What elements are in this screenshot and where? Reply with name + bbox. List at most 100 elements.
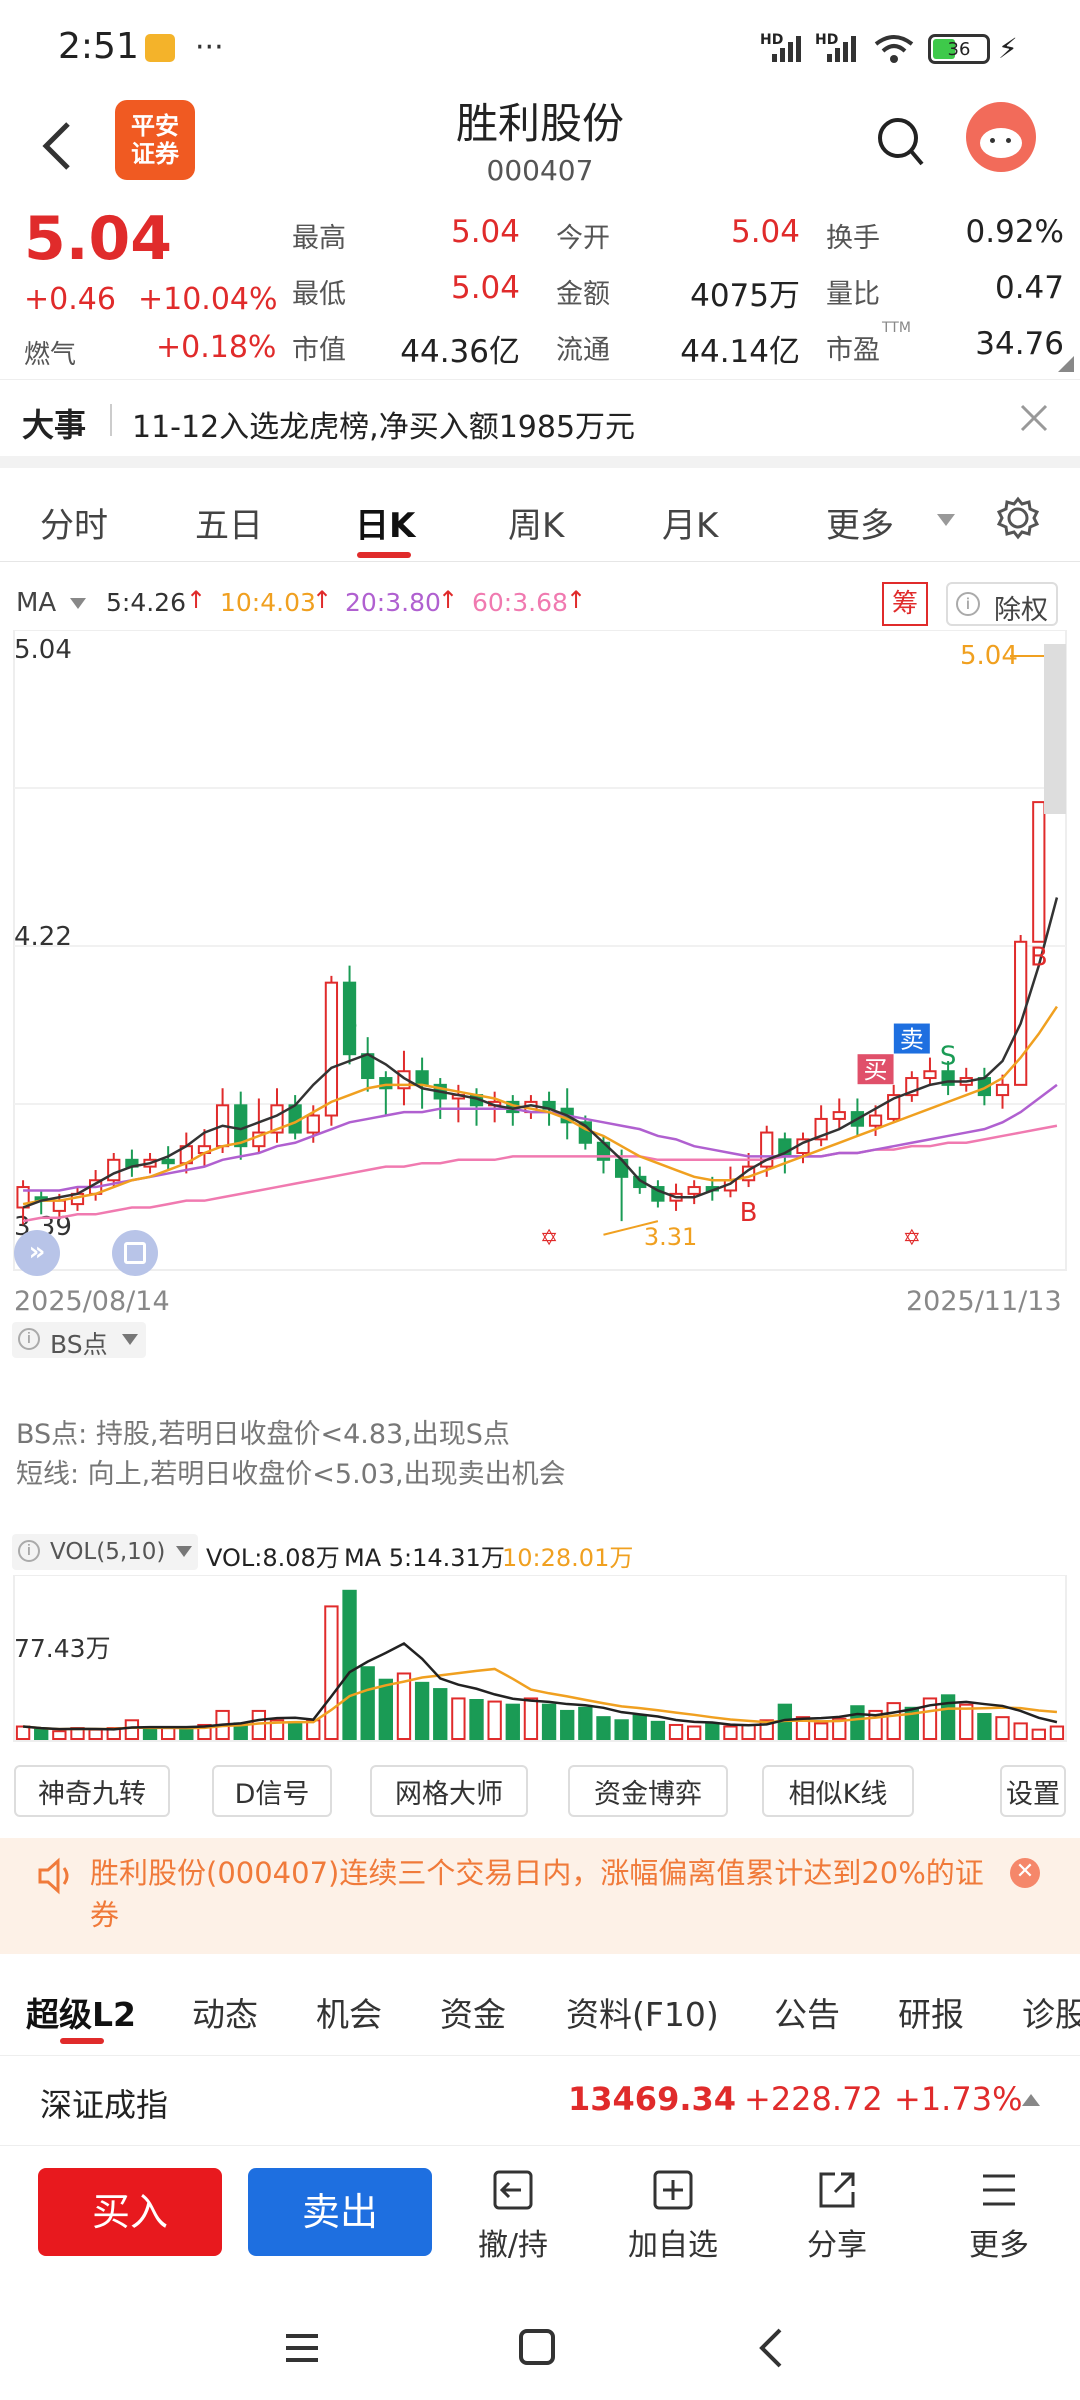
- home-icon[interactable]: [516, 2326, 558, 2368]
- event-star-icon: ✡: [540, 1226, 558, 1251]
- quote-panel: 5.04 +0.46 +10.04% 燃气 +0.18% 最高 5.04 今开 5.0…: [0, 200, 1080, 380]
- share-button[interactable]: 分享: [782, 2168, 892, 2264]
- index-ticker[interactable]: 深证成指 13469.34 +228.72 +1.73%: [0, 2060, 1080, 2145]
- tab-research[interactable]: 研报: [898, 1988, 964, 2036]
- quote-label: 量比: [826, 279, 880, 310]
- volume-chart[interactable]: 77.43万: [0, 1575, 1080, 1745]
- tab-weekly-k[interactable]: 周K: [508, 498, 564, 547]
- quote-value: 5.04: [450, 214, 520, 250]
- dropdown-icon: [937, 514, 955, 526]
- notice-banner[interactable]: 胜利股份(000407)连续三个交易日内，涨幅偏离值累计达到20%的证券 ✕: [0, 1838, 1080, 1954]
- tool-chip-1[interactable]: D信号: [212, 1765, 332, 1817]
- system-back-icon[interactable]: [756, 2326, 786, 2370]
- s-marker: S: [940, 1041, 957, 1071]
- candle-body: [107, 1158, 121, 1182]
- signal-icon-1: [772, 36, 801, 62]
- vol-bar: [523, 1697, 539, 1741]
- bs-label: BS点: [50, 1330, 108, 1359]
- close-icon[interactable]: [1018, 402, 1050, 434]
- buy-button[interactable]: 买入: [38, 2168, 222, 2256]
- s-marker: S: [341, 1007, 358, 1037]
- battery-level: 36: [947, 38, 971, 60]
- vol-bar: [179, 1728, 194, 1740]
- vol-bar: [324, 1605, 339, 1741]
- notice-close-icon[interactable]: ✕: [1010, 1858, 1040, 1888]
- vol-bar: [505, 1703, 520, 1740]
- k-line-chart[interactable]: 5.044.223.395.043.31SSBB买卖✡ ✡: [0, 630, 1080, 1310]
- vol-bar: [1031, 1728, 1046, 1740]
- b-marker: B: [1030, 943, 1048, 973]
- index-value: 13469.34: [568, 2080, 737, 2118]
- candle-body: [161, 1158, 175, 1165]
- add-watchlist-button[interactable]: 加自选: [618, 2168, 728, 2264]
- price-change: +0.46: [24, 282, 116, 317]
- vol-bar: [705, 1722, 720, 1740]
- index-change: +228.72: [744, 2080, 883, 2118]
- tab-news[interactable]: 动态: [192, 1988, 258, 2036]
- index-pct: +1.73%: [894, 2080, 1023, 2118]
- nav-bar: 平安 证券 胜利股份 000407: [0, 90, 1080, 200]
- vol-dropdown-icon: [176, 1546, 192, 1557]
- sell-button[interactable]: 卖出: [248, 2168, 432, 2256]
- event-banner[interactable]: 大事 11-12入选龙虎榜,净买入额1985万元: [0, 382, 1080, 468]
- tab-super-l2[interactable]: 超级L2: [26, 1988, 136, 2036]
- tool-chip-2[interactable]: 网格大师: [370, 1765, 528, 1817]
- bs-dropdown-icon: [122, 1334, 138, 1345]
- fullscreen-icon[interactable]: [112, 1230, 158, 1276]
- tab-opportunity[interactable]: 机会: [316, 1988, 382, 2036]
- vol-bar: [451, 1697, 466, 1741]
- tab-monthly-k[interactable]: 月K: [662, 498, 718, 547]
- tool-chip-3[interactable]: 资金博弈: [568, 1765, 728, 1817]
- chart-date-start: 2025/08/14: [14, 1286, 170, 1317]
- ma5-arrow-icon: ↑: [186, 586, 207, 614]
- chart-expand-icon[interactable]: »: [14, 1230, 60, 1276]
- b-marker: B: [740, 1198, 758, 1228]
- tool-chip-0[interactable]: 神奇九转: [14, 1765, 170, 1817]
- quote-value: 5.04: [730, 214, 800, 250]
- tab-five-day[interactable]: 五日: [195, 498, 263, 547]
- tab-diagnosis[interactable]: 诊股: [1022, 1988, 1080, 2036]
- chip-distribution-button[interactable]: 筹: [882, 582, 928, 626]
- tab-daily-k[interactable]: 日K: [355, 498, 415, 547]
- settings-gear-icon[interactable]: [996, 496, 1040, 540]
- withdraw-button[interactable]: 撤/持: [458, 2168, 568, 2264]
- recent-apps-icon[interactable]: [282, 2328, 322, 2368]
- quote-label: 流通: [556, 335, 610, 366]
- bs-line-1: BS点: 持股,若明日收盘价<4.83,出现S点: [16, 1419, 510, 1450]
- vol-bar: [414, 1681, 430, 1740]
- sector-change[interactable]: +0.18%: [156, 330, 276, 365]
- quote-value: 0.92%: [965, 214, 1064, 250]
- ma-dropdown-icon[interactable]: [70, 598, 86, 609]
- bs-panel: i BS点 BS点: 持股,若明日收盘价<4.83,出现S点 短线: 向上,若明…: [0, 1322, 1080, 1528]
- expand-up-icon[interactable]: [1022, 2094, 1040, 2106]
- tab-intraday[interactable]: 分时: [40, 498, 108, 547]
- tab-announcement[interactable]: 公告: [774, 1988, 840, 2036]
- quote-value: 44.36亿: [400, 334, 520, 370]
- wifi-icon: [874, 35, 914, 63]
- tab-f10[interactable]: 资料(F10): [566, 1988, 719, 2036]
- more-button[interactable]: 更多: [944, 2168, 1054, 2264]
- avatar[interactable]: [966, 102, 1036, 172]
- tool-chip-5[interactable]: 设置: [1000, 1765, 1066, 1817]
- tab-more[interactable]: 更多: [826, 498, 894, 547]
- action-bar: 买入 卖出 撤/持 加自选 分享 更多: [0, 2145, 1080, 2275]
- vol-bar: [813, 1722, 829, 1740]
- vol-current: VOL:8.08万: [206, 1544, 340, 1572]
- vol-selector[interactable]: i VOL(5,10): [12, 1534, 198, 1570]
- vol-bar: [378, 1678, 393, 1740]
- vol-bar: [596, 1716, 611, 1741]
- tool-chip-4[interactable]: 相似K线: [762, 1765, 914, 1817]
- vol-bar: [578, 1706, 593, 1741]
- signal-icon-2: [827, 36, 856, 62]
- menu-icon: [983, 2174, 1015, 2206]
- search-icon[interactable]: [876, 116, 926, 170]
- adjust-rights-button[interactable]: i 除权: [946, 582, 1058, 626]
- bs-selector[interactable]: i BS点: [12, 1322, 146, 1359]
- sector-label[interactable]: 燃气: [24, 334, 76, 371]
- tab-funds[interactable]: 资金: [440, 1988, 506, 2036]
- ma-label[interactable]: MA: [16, 588, 56, 618]
- vol-y-label: 77.43万: [14, 1634, 111, 1663]
- vol-bar: [850, 1705, 865, 1741]
- vol-bar: [433, 1688, 448, 1740]
- vol-bar: [342, 1589, 357, 1740]
